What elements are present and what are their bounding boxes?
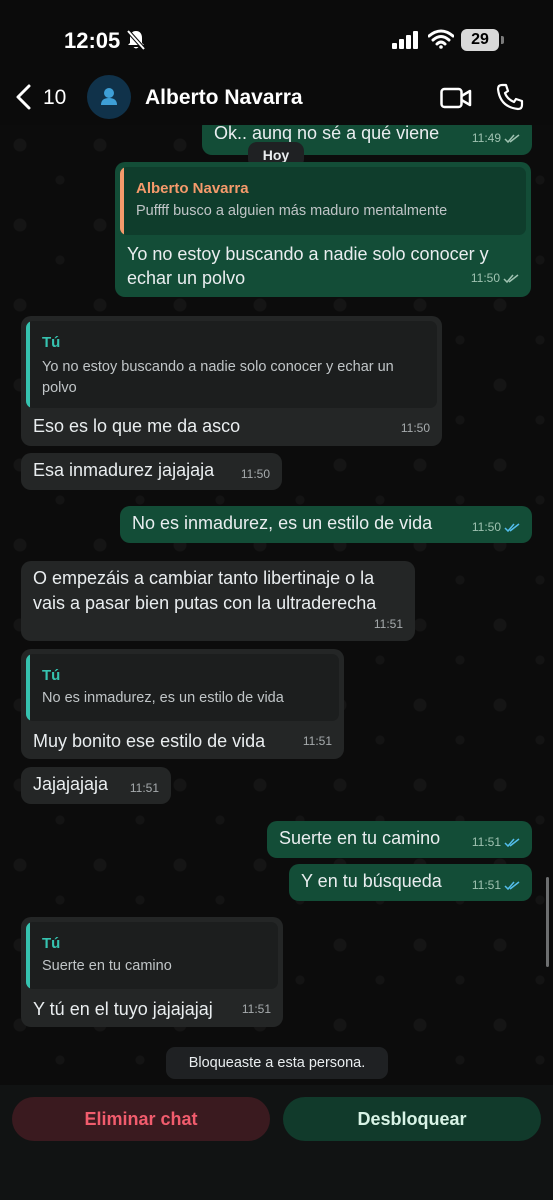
message-text: Muy bonito ese estilo de vida (33, 731, 266, 751)
battery-indicator: 29 (461, 29, 499, 51)
signal-icon (392, 31, 418, 49)
message-meta: 11:50 (471, 266, 519, 291)
message-text: Suerte en tu camino (279, 828, 441, 848)
double-check-read-icon (504, 880, 520, 890)
double-check-read-icon (504, 837, 520, 847)
message-meta: 11:49 (472, 126, 520, 151)
quoted-text: No es inmadurez, es un estilo de vida (42, 690, 284, 706)
message-outgoing[interactable]: No es inmadurez, es un estilo de vida 11… (120, 506, 532, 543)
message-meta: 11:51 (302, 734, 332, 748)
quoted-text: Puffff busco a alguien más maduro mental… (136, 203, 448, 219)
message-incoming[interactable]: Tú Yo no estoy buscando a nadie solo con… (21, 316, 442, 446)
message-meta: 11:50 (240, 467, 270, 481)
contact-name[interactable]: Alberto Navarra (145, 86, 303, 110)
message-incoming[interactable]: Jajajajaja 11:51 (21, 767, 171, 804)
message-text: Ok.. aunq no sé a qué viene (214, 125, 440, 143)
message-incoming[interactable]: Tú Suerte en tu camino Y tú en el tuyo j… (21, 917, 283, 1027)
message-incoming[interactable]: Esa inmadurez jajajaja 11:50 (21, 453, 282, 490)
double-check-icon (503, 273, 519, 283)
quoted-author: Tú (42, 667, 61, 684)
bell-muted-icon (126, 29, 146, 51)
scrollbar[interactable] (546, 877, 549, 967)
message-outgoing[interactable]: Suerte en tu camino 11:51 (267, 821, 532, 858)
quoted-author: Tú (42, 334, 61, 351)
message-incoming[interactable]: Tú No es inmadurez, es un estilo de vida… (21, 649, 344, 759)
blocked-action-bar: Eliminar chat Desbloquear (0, 1085, 553, 1200)
quoted-author: Tú (42, 935, 61, 952)
message-outgoing[interactable]: Y en tu búsqueda 11:51 (289, 864, 532, 901)
message-text: Eso es lo que me da asco (33, 416, 241, 436)
delete-chat-button[interactable]: Eliminar chat (12, 1097, 270, 1141)
message-text: Jajajajaja (33, 774, 109, 794)
message-text: Y en tu búsqueda (301, 871, 442, 891)
quoted-message[interactable]: Tú Suerte en tu camino (26, 922, 278, 989)
message-meta: 11:51 (472, 830, 520, 855)
message-meta: 11:50 (472, 515, 520, 540)
message-text: Esa inmadurez jajajaja (33, 460, 215, 480)
avatar[interactable] (87, 75, 131, 119)
message-meta: 11:51 (241, 1002, 271, 1016)
quoted-message[interactable]: Tú Yo no estoy buscando a nadie solo con… (26, 321, 437, 408)
message-meta: 11:51 (472, 873, 520, 898)
message-meta: 11:51 (129, 781, 159, 795)
chat-header: 10 Alberto Navarra (0, 75, 553, 125)
message-incoming[interactable]: O empezáis a cambiar tanto libertinaje o… (21, 561, 415, 641)
message-text: Y tú en el tuyo jajajajaj (33, 999, 213, 1019)
wifi-icon (428, 29, 454, 49)
quoted-text: Suerte en tu camino (42, 958, 172, 974)
video-call-icon[interactable] (440, 87, 472, 109)
message-meta: 11:50 (400, 421, 430, 435)
message-text-line: vais a pasar bien putas con la ultradere… (33, 593, 377, 613)
quoted-message[interactable]: Alberto Navarra Puffff busco a alguien m… (120, 167, 526, 235)
quoted-text-line: Yo no estoy buscando a nadie solo conoce… (42, 359, 394, 375)
clock: 12:05 (64, 28, 121, 53)
message-meta: 11:51 (373, 617, 403, 631)
quoted-author: Alberto Navarra (136, 180, 249, 197)
double-check-icon (504, 133, 520, 143)
unread-count[interactable]: 10 (43, 86, 66, 110)
person-icon (101, 88, 117, 105)
unblock-button[interactable]: Desbloquear (283, 1097, 541, 1141)
message-outgoing[interactable]: Alberto Navarra Puffff busco a alguien m… (115, 162, 531, 297)
system-message-blocked: Bloqueaste a esta persona. (166, 1047, 388, 1079)
message-text: No es inmadurez, es un estilo de vida (132, 513, 433, 533)
phone-call-icon[interactable] (496, 83, 524, 111)
double-check-read-icon (504, 522, 520, 532)
message-text-line: echar un polvo (127, 268, 246, 288)
message-list[interactable]: Ok.. aunq no sé a qué viene 11:49 Hoy Al… (0, 125, 553, 1085)
status-bar: 12:05 29 (0, 0, 553, 75)
quoted-message[interactable]: Tú No es inmadurez, es un estilo de vida (26, 654, 339, 721)
battery-tip (501, 36, 504, 44)
back-chevron-icon[interactable] (14, 83, 34, 111)
message-text-line: O empezáis a cambiar tanto libertinaje o… (33, 568, 375, 588)
message-text-line: Yo no estoy buscando a nadie solo conoce… (127, 244, 489, 264)
quoted-text-line: polvo (42, 380, 77, 396)
